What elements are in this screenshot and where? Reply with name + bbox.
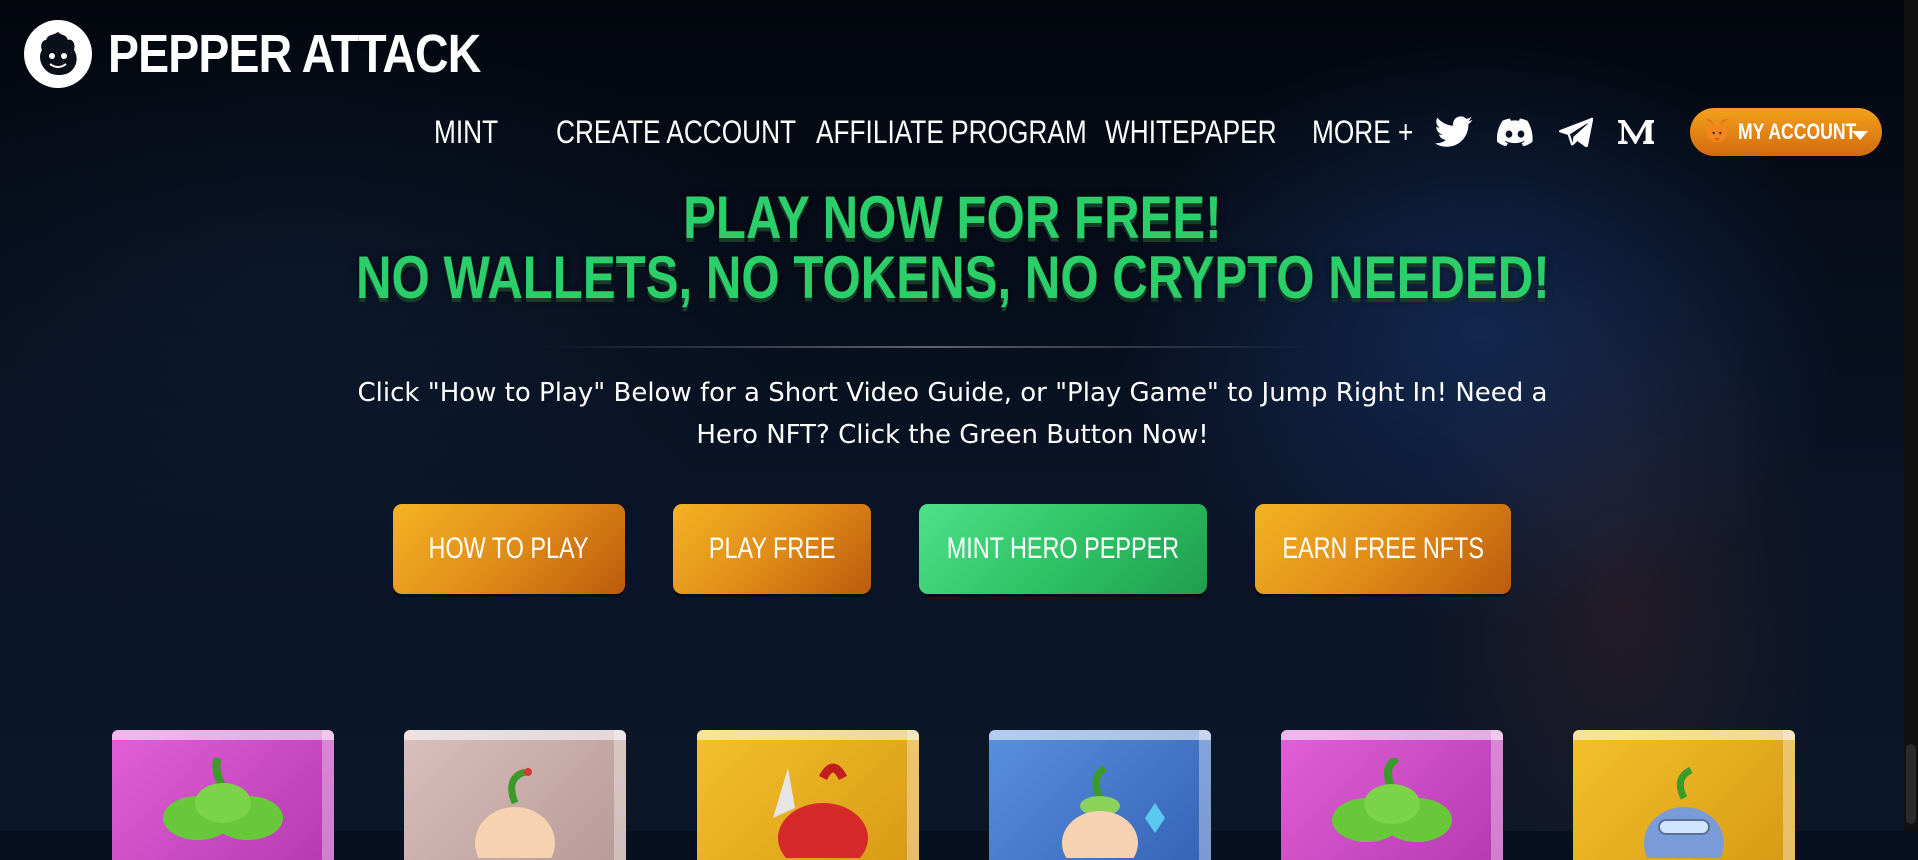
intro-text: Click "How to Play" Below for a Short Vi…	[357, 378, 1548, 450]
medium-icon[interactable]	[1616, 112, 1656, 152]
nav-link-whitepaper[interactable]: WHITEPAPER	[1105, 108, 1277, 156]
my-account-label: MY ACCOUNT	[1738, 119, 1857, 144]
discord-icon[interactable]	[1495, 112, 1535, 152]
nav-link-create-account[interactable]: CREATE ACCOUNT	[556, 108, 796, 156]
hero-card-1[interactable]	[112, 730, 334, 860]
pepper-character-icon	[163, 758, 283, 840]
hero-card-4[interactable]	[989, 730, 1211, 860]
earn-free-nfts-button[interactable]: EARN FREE NFTS	[1255, 504, 1511, 594]
pepper-character-icon	[1062, 765, 1165, 858]
pepper-logo-icon	[24, 20, 92, 88]
play-free-button[interactable]: PLAY FREE	[673, 504, 871, 594]
hero-card-5[interactable]	[1281, 730, 1503, 860]
brand-name: PEPPER ATTACK	[108, 24, 481, 84]
nav-link-more[interactable]: MORE +	[1312, 108, 1413, 156]
nav-link-affiliate-program[interactable]: AFFILIATE PROGRAM	[816, 108, 1087, 156]
mint-hero-pepper-button[interactable]: MINT HERO PEPPER	[919, 504, 1207, 594]
caret-down-icon	[1852, 128, 1868, 146]
my-account-button[interactable]: MY ACCOUNT	[1690, 108, 1882, 156]
twitter-icon[interactable]	[1434, 112, 1474, 152]
hero-card-2[interactable]	[404, 730, 626, 860]
headline-play-free: PLAY NOW FOR FREE!	[683, 184, 1222, 251]
pepper-character-icon	[475, 768, 555, 858]
metamask-fox-icon	[1702, 116, 1732, 149]
how-to-play-button[interactable]: HOW TO PLAY	[393, 504, 625, 594]
hero-card-3[interactable]	[697, 730, 919, 860]
brand-logo[interactable]: PEPPER ATTACK	[24, 20, 541, 88]
hero-card-6[interactable]	[1573, 730, 1795, 860]
headline-no-crypto: NO WALLETS, NO TOKENS, NO CRYPTO NEEDED!	[355, 244, 1550, 311]
pepper-character-icon	[1332, 758, 1452, 842]
pepper-character-icon	[773, 763, 868, 858]
nav-link-mint[interactable]: MINT	[434, 108, 498, 156]
pepper-character-icon	[1644, 766, 1724, 858]
page-scrollbar[interactable]	[1904, 0, 1918, 831]
telegram-icon[interactable]	[1556, 112, 1596, 152]
hero-divider	[540, 346, 1320, 348]
scrollbar-thumb[interactable]	[1906, 744, 1916, 824]
